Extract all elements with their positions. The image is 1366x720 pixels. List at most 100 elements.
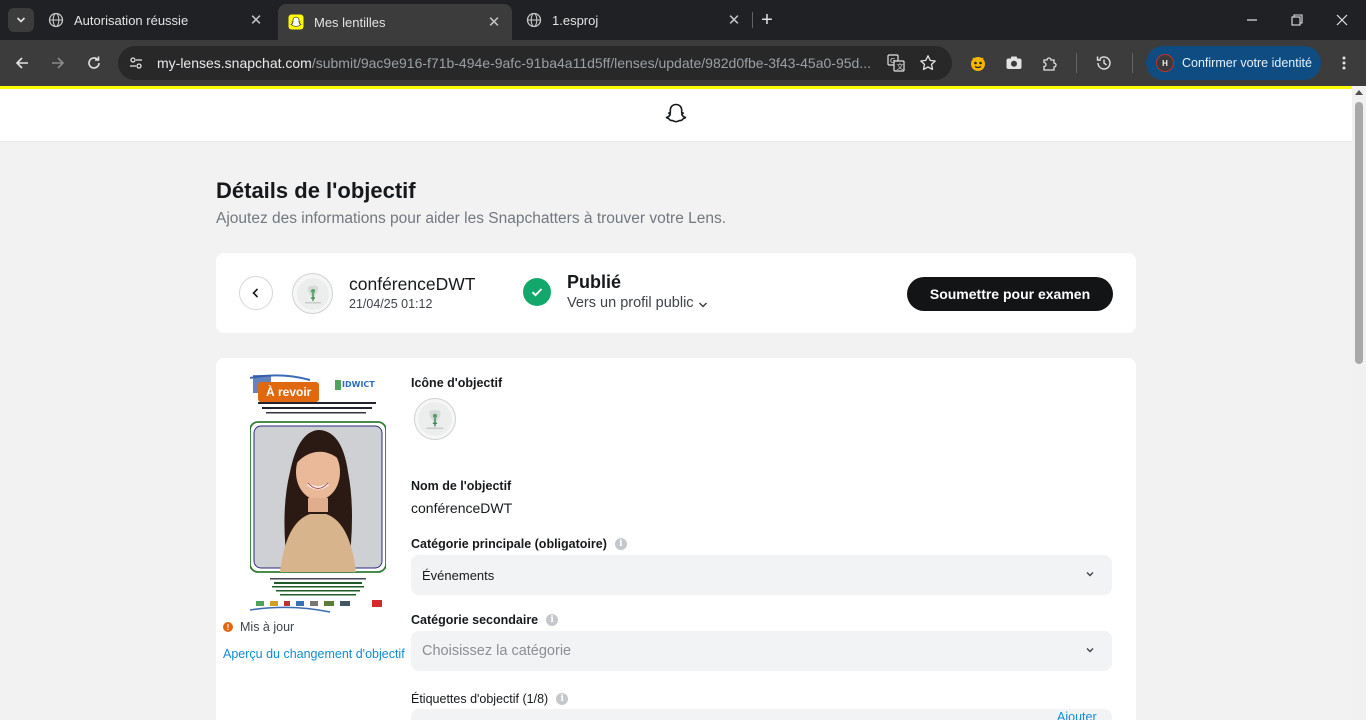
url-path: /submit/9ac9e916-f71b-494e-9afc-91ba4a11… (311, 55, 871, 71)
review-badge: À revoir (258, 382, 320, 402)
lens-name: conférenceDWT (349, 274, 476, 294)
chevron-left-icon (252, 288, 259, 298)
close-window-button[interactable] (1328, 8, 1356, 32)
close-tab-icon[interactable]: ✕ (248, 12, 264, 29)
back-nav-button[interactable] (8, 49, 36, 77)
toolbar-divider (1132, 53, 1133, 73)
camera-icon (1006, 56, 1022, 69)
update-status: ! Mis à jour (223, 620, 294, 634)
add-tag-link[interactable]: Ajouter (1057, 710, 1097, 720)
close-tab-icon[interactable]: ✕ (486, 14, 502, 31)
profile-button[interactable]: H Confirmer votre identité (1146, 46, 1321, 80)
forward-nav-button[interactable] (44, 49, 72, 77)
tab-autorisation[interactable]: Autorisation réussie ✕ (38, 6, 274, 34)
secondary-category-select[interactable]: Choisissez la catégorie (411, 631, 1112, 671)
tab-title: 1.esproj (552, 12, 599, 28)
extensions-button[interactable] (1036, 49, 1064, 77)
info-icon[interactable]: i (614, 538, 627, 550)
svg-text:文: 文 (897, 62, 904, 71)
info-icon[interactable]: i (546, 614, 559, 626)
icon-label: Icône d'objectif (411, 376, 502, 390)
translate-icon: G文 (887, 54, 905, 72)
svg-text:IDWICT: IDWICT (342, 380, 375, 389)
icon-label-text: Icône d'objectif (411, 376, 503, 390)
bookmark-button[interactable] (916, 51, 940, 75)
translate-button[interactable]: G文 (884, 51, 908, 75)
arrow-right-icon (52, 57, 65, 69)
secondary-category-label-text: Catégorie secondaire (411, 613, 539, 627)
lens-summary-card: conférenceDWT 21/04/25 01:12 Publié Vers… (216, 253, 1136, 333)
arrow-left-icon (15, 57, 28, 69)
name-label: Nom de l'objectif (411, 479, 511, 493)
extension-honey[interactable] (964, 49, 992, 77)
chevron-down-icon (1086, 648, 1094, 653)
browser-menu-button[interactable] (1330, 49, 1358, 77)
snapchat-ghost-icon[interactable] (663, 102, 689, 128)
lens-preview-image: IDWICT (250, 372, 386, 614)
page-scrollbar[interactable] (1352, 86, 1366, 720)
visibility-dropdown[interactable]: Vers un profil public (567, 295, 709, 311)
primary-category-label-text: Catégorie principale (obligatoire) (411, 537, 607, 551)
tune-icon (130, 57, 142, 69)
snapchat-icon (288, 14, 304, 30)
puzzle-icon (1043, 57, 1057, 71)
secondary-category-label: Catégorie secondaire i (411, 613, 559, 627)
primary-category-label: Catégorie principale (obligatoire) i (411, 537, 627, 551)
url-text[interactable]: my-lenses.snapchat.com/submit/9ac9e916-f… (157, 55, 877, 71)
profile-button-label: Confirmer votre identité (1182, 56, 1312, 70)
lens-preview-poster: IDWICT (250, 372, 386, 614)
lens-details-card: IDWICT À revoir ! Mis à jour Aperçu du c… (216, 358, 1136, 720)
published-check-icon (523, 278, 551, 306)
lens-date: 21/04/25 01:12 (349, 297, 433, 311)
submit-for-review-button[interactable]: Soumettre pour examen (907, 277, 1113, 311)
info-icon[interactable]: i (556, 693, 569, 705)
scroll-thumb[interactable] (1355, 102, 1363, 364)
scroll-up-arrow[interactable] (1355, 90, 1363, 95)
restore-button[interactable] (1283, 8, 1311, 32)
visibility-label: Vers un profil public (567, 295, 694, 311)
more-vertical-icon (1342, 56, 1346, 70)
history-button[interactable] (1090, 49, 1118, 77)
preview-change-link[interactable]: Aperçu du changement d'objectif (223, 647, 411, 661)
lens-name-value[interactable]: conférenceDWT (411, 500, 512, 516)
tags-label: Étiquettes d'objectif (1/8) i (411, 692, 569, 706)
tags-label-text: Étiquettes d'objectif (1/8) (411, 692, 549, 706)
star-icon (920, 55, 936, 71)
secondary-category-placeholder: Choisissez la catégorie (422, 643, 572, 659)
browser-tab-strip: Autorisation réussie ✕ Mes lentilles ✕ 1… (0, 0, 1366, 40)
tab-mes-lentilles[interactable]: Mes lentilles ✕ (278, 4, 512, 40)
lens-icon-upload[interactable] (414, 398, 456, 440)
history-icon (1096, 56, 1111, 70)
chevron-down-icon (16, 17, 26, 23)
lens-thumbnail (292, 273, 333, 314)
new-tab-button[interactable]: + (756, 10, 778, 32)
alert-icon: ! (223, 622, 233, 632)
globe-icon (526, 12, 542, 28)
close-icon (1336, 14, 1348, 26)
restore-icon (1291, 14, 1303, 26)
page-subtitle: Ajoutez des informations pour aider les … (216, 210, 727, 227)
tab-divider (752, 12, 753, 28)
page-title: Détails de l'objectif (216, 178, 416, 203)
honey-extension-icon (971, 57, 985, 71)
tags-input[interactable] (411, 709, 1112, 720)
back-button[interactable] (239, 276, 273, 310)
globe-icon (48, 12, 64, 28)
address-bar[interactable]: my-lenses.snapchat.com/submit/9ac9e916-f… (118, 46, 952, 80)
avatar: H (1156, 54, 1174, 72)
extension-camera[interactable] (1000, 49, 1028, 77)
close-tab-icon[interactable]: ✕ (726, 12, 742, 29)
tab-search-button[interactable] (8, 8, 34, 32)
toolbar-divider (1076, 53, 1077, 73)
tab-title: Mes lentilles (314, 14, 386, 30)
minimize-icon (1247, 19, 1257, 21)
minimize-button[interactable] (1238, 8, 1266, 32)
lens-icon-image (418, 402, 452, 436)
site-info-button[interactable] (123, 50, 149, 76)
primary-category-select[interactable]: Événements (411, 555, 1112, 595)
lens-icon-image (296, 277, 329, 310)
tab-esproj[interactable]: 1.esproj ✕ (516, 6, 752, 34)
reload-icon (88, 56, 100, 69)
reload-button[interactable] (80, 49, 108, 77)
name-label-text: Nom de l'objectif (411, 479, 512, 493)
